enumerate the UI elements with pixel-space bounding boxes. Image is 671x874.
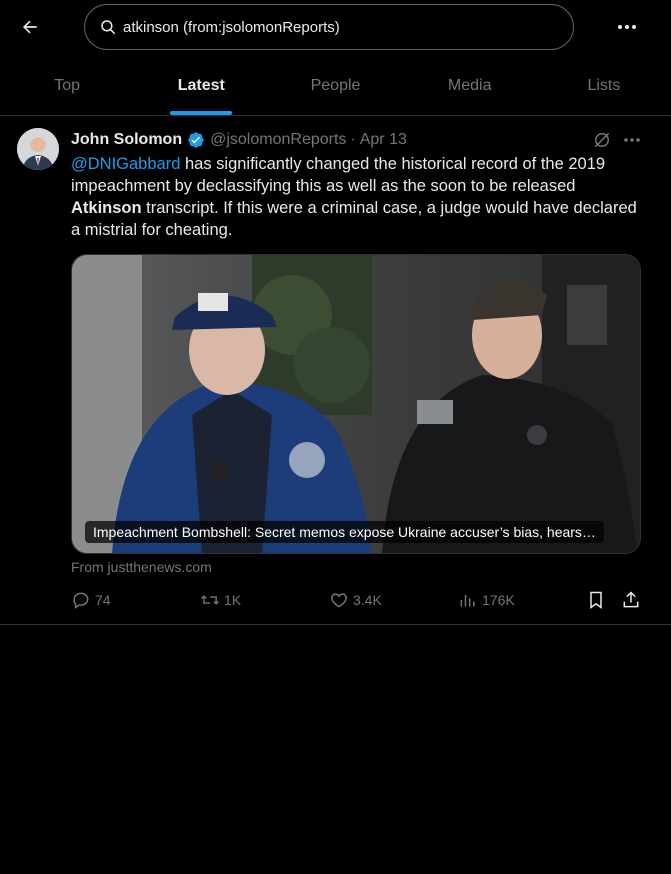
tweet-text-part: transcript. If this were a criminal case… (71, 199, 637, 239)
share-icon (621, 590, 641, 610)
card-image (72, 255, 640, 553)
author-handle[interactable]: @jsolomonReports (210, 131, 346, 149)
tweet-text: @DNIGabbard has significantly changed th… (71, 153, 641, 241)
card-title: Impeachment Bombshell: Secret memos expo… (85, 521, 604, 543)
separator: · (350, 131, 356, 148)
top-bar (0, 0, 671, 54)
tweet-actions: 74 1K 3.4K 176K (71, 590, 641, 612)
tab-label: People (310, 76, 361, 94)
tab-people[interactable]: People (268, 56, 402, 115)
tab-label: Latest (177, 76, 225, 94)
tab-media[interactable]: Media (403, 56, 537, 115)
like-icon (329, 590, 349, 610)
reply-button[interactable]: 74 (71, 590, 111, 610)
repost-button[interactable]: 1K (200, 590, 241, 610)
tweet-more-button[interactable] (620, 128, 644, 152)
reply-icon (71, 590, 91, 610)
tweet[interactable]: John Solomon @jsolomonReports · Apr 13 @… (0, 116, 671, 625)
tweet-header: John Solomon @jsolomonReports · Apr 13 (71, 130, 407, 150)
tweet-date[interactable]: Apr 13 (360, 131, 407, 149)
back-arrow-icon (22, 20, 37, 34)
highlighted-term: Atkinson (71, 199, 142, 217)
tab-lists[interactable]: Lists (537, 56, 671, 115)
search-icon (99, 18, 117, 36)
tab-label: Top (54, 76, 80, 94)
mention-link[interactable]: @DNIGabbard (71, 155, 180, 173)
grok-button[interactable] (590, 128, 614, 152)
tab-top[interactable]: Top (0, 56, 134, 115)
back-button[interactable] (14, 12, 46, 42)
like-count: 3.4K (353, 592, 382, 608)
author-name[interactable]: John Solomon (71, 131, 182, 149)
like-button[interactable]: 3.4K (329, 590, 382, 610)
tab-label: Media (447, 76, 492, 94)
repost-icon (200, 590, 220, 610)
views-button[interactable]: 176K (458, 590, 515, 610)
bookmark-button[interactable] (586, 590, 610, 610)
more-icon (618, 25, 636, 29)
tab-label: Lists (587, 76, 621, 94)
repost-count: 1K (224, 592, 242, 608)
grok-icon (594, 132, 610, 148)
views-icon (458, 590, 478, 610)
more-options-button[interactable] (612, 14, 642, 40)
tab-latest[interactable]: Latest (134, 56, 268, 115)
bookmark-icon (586, 590, 606, 610)
avatar[interactable] (17, 128, 59, 170)
link-card[interactable]: Impeachment Bombshell: Secret memos expo… (71, 254, 641, 554)
views-count: 176K (482, 592, 515, 608)
reply-count: 74 (95, 592, 111, 608)
verified-badge-icon (187, 131, 205, 149)
more-icon (624, 138, 640, 142)
search-tabs: Top Latest People Media Lists (0, 56, 671, 116)
card-source[interactable]: From justthenews.com (71, 559, 212, 575)
share-button[interactable] (621, 590, 645, 610)
active-tab-indicator (170, 111, 233, 115)
search-input[interactable] (123, 18, 553, 36)
search-box[interactable] (84, 4, 574, 50)
